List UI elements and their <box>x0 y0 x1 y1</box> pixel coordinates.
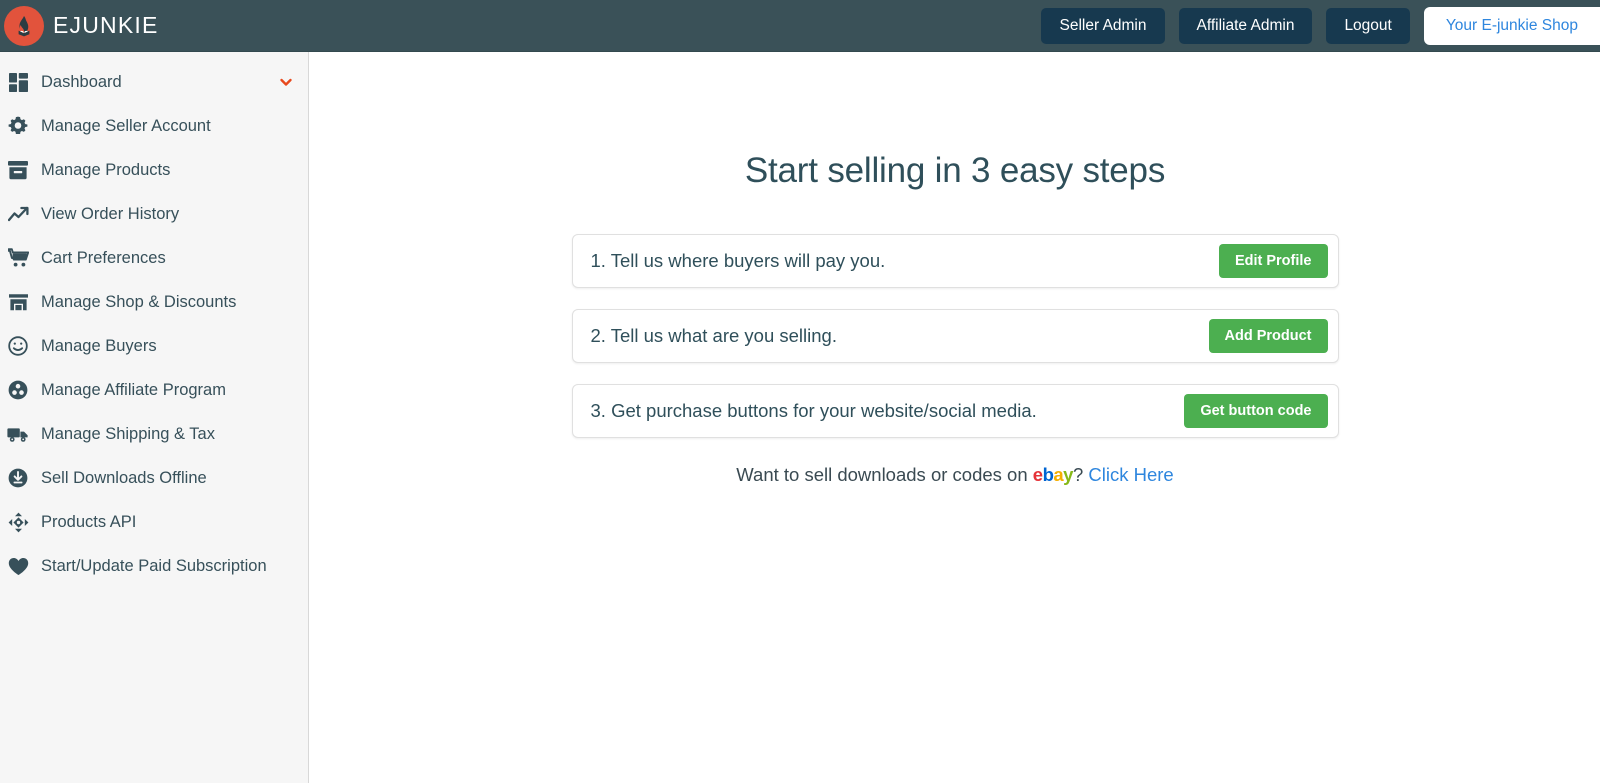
sidebar-item-manage-products[interactable]: Manage Products <box>0 148 308 192</box>
step-card: 3. Get purchase buttons for your website… <box>572 384 1339 438</box>
grid-dashboard-icon <box>6 70 30 94</box>
ebay-prompt: Want to sell downloads or codes on ebay?… <box>310 464 1600 486</box>
shopping-cart-icon <box>6 246 30 270</box>
brand[interactable]: EJUNKIE <box>4 6 159 46</box>
ejunkie-flame-logo-icon <box>4 6 44 46</box>
delivery-truck-icon <box>6 422 30 446</box>
step-card: 1. Tell us where buyers will pay you. Ed… <box>572 234 1339 288</box>
click-here-link[interactable]: Click Here <box>1088 464 1173 485</box>
brand-name: EJUNKIE <box>53 12 159 39</box>
ebay-prompt-prefix: Want to sell downloads or codes on <box>736 464 1033 485</box>
sidebar-item-label: Dashboard <box>41 73 122 92</box>
sidebar-item-cart-preferences[interactable]: Cart Preferences <box>0 236 308 280</box>
sidebar-item-label: Start/Update Paid Subscription <box>41 557 267 576</box>
add-product-button[interactable]: Add Product <box>1209 319 1328 353</box>
edit-profile-button[interactable]: Edit Profile <box>1219 244 1328 278</box>
your-ejunkie-shop-button[interactable]: Your E-junkie Shop <box>1424 7 1600 45</box>
chevron-down-icon[interactable] <box>278 74 294 90</box>
sidebar-item-manage-seller-account[interactable]: Manage Seller Account <box>0 104 308 148</box>
download-circle-icon <box>6 466 30 490</box>
storefront-icon <box>6 290 30 314</box>
sidebar-item-manage-shop-discounts[interactable]: Manage Shop & Discounts <box>0 280 308 324</box>
steps-list: 1. Tell us where buyers will pay you. Ed… <box>572 234 1339 438</box>
sidebar-item-label: View Order History <box>41 205 179 224</box>
sidebar-item-dashboard[interactable]: Dashboard <box>0 60 308 104</box>
sidebar-item-label: Manage Seller Account <box>41 117 211 136</box>
ebay-letter-b: b <box>1043 464 1054 485</box>
sidebar-item-label: Cart Preferences <box>41 249 166 268</box>
ebay-letter-e: e <box>1033 464 1043 485</box>
smiley-face-icon <box>6 334 30 358</box>
top-nav: Seller Admin Affiliate Admin Logout Your… <box>1041 0 1600 51</box>
sidebar-item-label: Products API <box>41 513 136 532</box>
main-content: Start selling in 3 easy steps 1. Tell us… <box>310 52 1600 783</box>
seller-admin-button[interactable]: Seller Admin <box>1041 8 1164 44</box>
sidebar-item-start-update-paid-subscription[interactable]: Start/Update Paid Subscription <box>0 544 308 588</box>
sidebar-item-label: Manage Shipping & Tax <box>41 425 215 444</box>
get-button-code-button[interactable]: Get button code <box>1184 394 1327 428</box>
sidebar-item-label: Manage Shop & Discounts <box>41 293 236 312</box>
trending-up-icon <box>6 202 30 226</box>
logout-button[interactable]: Logout <box>1326 8 1409 44</box>
sidebar-item-sell-downloads-offline[interactable]: Sell Downloads Offline <box>0 456 308 500</box>
sidebar-item-manage-affiliate-program[interactable]: Manage Affiliate Program <box>0 368 308 412</box>
sidebar: Dashboard Manage Seller Account Manage P… <box>0 52 309 783</box>
archive-box-icon <box>6 158 30 182</box>
sidebar-item-label: Sell Downloads Offline <box>41 469 207 488</box>
sidebar-item-view-order-history[interactable]: View Order History <box>0 192 308 236</box>
affiliate-share-icon <box>6 378 30 402</box>
ebay-logo: ebay <box>1033 464 1073 485</box>
sidebar-item-label: Manage Affiliate Program <box>41 381 226 400</box>
step-text: 3. Get purchase buttons for your website… <box>591 400 1037 422</box>
move-arrows-icon <box>6 510 30 534</box>
affiliate-admin-button[interactable]: Affiliate Admin <box>1179 8 1313 44</box>
step-card: 2. Tell us what are you selling. Add Pro… <box>572 309 1339 363</box>
ebay-letter-a: a <box>1053 464 1063 485</box>
sidebar-item-label: Manage Products <box>41 161 170 180</box>
sidebar-item-products-api[interactable]: Products API <box>0 500 308 544</box>
sidebar-item-label: Manage Buyers <box>41 337 157 356</box>
step-text: 2. Tell us what are you selling. <box>591 325 837 347</box>
step-text: 1. Tell us where buyers will pay you. <box>591 250 886 272</box>
gear-icon <box>6 114 30 138</box>
sidebar-item-manage-buyers[interactable]: Manage Buyers <box>0 324 308 368</box>
top-header-bar: EJUNKIE Seller Admin Affiliate Admin Log… <box>0 0 1600 52</box>
ebay-prompt-suffix: ? <box>1073 464 1088 485</box>
sidebar-item-manage-shipping-tax[interactable]: Manage Shipping & Tax <box>0 412 308 456</box>
ebay-letter-y: y <box>1063 464 1073 485</box>
page-title: Start selling in 3 easy steps <box>310 151 1600 191</box>
heart-icon <box>6 554 30 578</box>
